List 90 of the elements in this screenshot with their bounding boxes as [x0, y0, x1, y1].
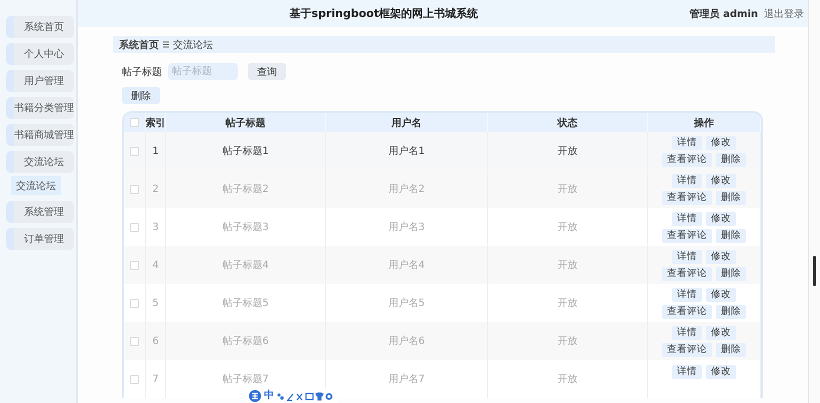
sidebar-item[interactable]: 书籍分类管理	[6, 97, 74, 119]
sidebar-item[interactable]: 系统首页	[6, 16, 74, 38]
table-cell-text: 用户名5	[388, 296, 425, 310]
row-checkbox[interactable]	[130, 298, 139, 308]
column-header: 帖子标题	[226, 116, 266, 130]
table-cell-text: 帖子标题5	[222, 296, 269, 310]
search-field[interactable]: 帖子标题	[168, 63, 238, 80]
row-checkbox[interactable]	[130, 184, 139, 194]
action-button[interactable]: 修改	[706, 326, 736, 340]
row-checkbox[interactable]	[130, 374, 139, 384]
table-cell: 4	[152, 260, 159, 270]
action-button[interactable]: 修改	[706, 288, 736, 302]
search-label: 帖子标题	[122, 66, 162, 78]
ime-mode[interactable]: 中	[264, 390, 274, 402]
table-cell-text: 开放	[558, 259, 578, 272]
table-cell-text: 用户名3	[388, 220, 425, 234]
table-cell-text: 用户名4	[388, 258, 425, 272]
action-button[interactable]: 详情	[672, 136, 702, 150]
sidebar-item[interactable]: 订单管理	[6, 228, 74, 250]
action-button[interactable]: 查看评论	[662, 342, 712, 356]
sidebar-item[interactable]: 用户管理	[6, 70, 74, 92]
action-button[interactable]: 删除	[716, 304, 746, 318]
action-button[interactable]: 修改	[706, 250, 736, 264]
row-checkbox[interactable]	[130, 336, 139, 346]
action-button[interactable]: 删除	[716, 266, 746, 280]
table-cell-text: 开放	[558, 183, 578, 196]
action-button[interactable]: 删除	[716, 228, 746, 242]
table-cell: 2	[152, 184, 159, 194]
table-cell-text: 帖子标题3	[222, 220, 269, 234]
row-checkbox[interactable]	[130, 260, 139, 270]
column-header: 用户名	[392, 116, 422, 130]
action-button[interactable]: 修改	[706, 136, 736, 150]
table-cell-text: 开放	[558, 221, 578, 234]
table-cell-text: 帖子标题6	[222, 334, 269, 348]
table-cell-text: 用户名7	[388, 372, 425, 386]
table-cell-text: 帖子标题2	[222, 182, 269, 196]
logout-link[interactable]: 退出登录	[764, 6, 804, 20]
action-button[interactable]: 查看评论	[662, 266, 712, 280]
action-button[interactable]: 修改	[706, 365, 736, 379]
select-all-checkbox[interactable]	[130, 118, 139, 127]
row-checkbox[interactable]	[130, 146, 139, 156]
app-title: 基于springboot框架的网上书城系统	[288, 6, 480, 21]
action-button[interactable]: 查看评论	[662, 152, 712, 166]
sidebar-item[interactable]: 系统管理	[6, 201, 74, 223]
table-cell-text: 帖子标题7	[222, 372, 269, 386]
action-button[interactable]: 查看评论	[662, 190, 712, 204]
menu-icon	[163, 41, 169, 48]
table-cell: 3	[152, 222, 159, 232]
action-button[interactable]: 删除	[716, 190, 746, 204]
ime-tools-drawing[interactable]	[277, 392, 335, 400]
table-cell: 1	[152, 146, 159, 156]
action-button[interactable]: 删除	[716, 342, 746, 356]
table-cell-text: 帖子标题4	[222, 258, 269, 272]
table-cell-text: 开放	[558, 335, 578, 348]
action-button[interactable]: 详情	[672, 365, 702, 379]
action-button[interactable]: 修改	[706, 174, 736, 188]
sidebar-subitem[interactable]: 交流论坛	[11, 176, 61, 195]
table-cell-text: 开放	[558, 145, 578, 158]
table-cell-text: 用户名2	[388, 182, 425, 196]
table-cell-text: 开放	[558, 373, 578, 386]
table-cell: 6	[152, 336, 159, 346]
ime-logo-icon[interactable]	[249, 390, 261, 402]
sidebar-item[interactable]: 书籍商城管理	[6, 124, 74, 146]
sidebar-item[interactable]: 个人中心	[6, 43, 74, 65]
search-button[interactable]: 查询	[248, 63, 286, 80]
column-header: 状态	[558, 116, 578, 130]
table-cell-text: 用户名6	[388, 334, 425, 348]
breadcrumb-item[interactable]: 系统首页	[119, 38, 159, 52]
action-button[interactable]: 查看评论	[662, 228, 712, 242]
column-header: 操作	[694, 116, 714, 130]
action-button[interactable]: 详情	[672, 174, 702, 188]
table-cell-text: 开放	[558, 297, 578, 310]
action-button[interactable]: 删除	[716, 152, 746, 166]
user-label: 管理员 admin	[690, 8, 758, 20]
table-cell: 5	[152, 298, 159, 308]
action-button[interactable]: 详情	[672, 288, 702, 302]
delete-button[interactable]: 删除	[122, 87, 160, 104]
sidebar-item[interactable]: 交流论坛	[6, 151, 74, 173]
table-cell: 7	[152, 374, 159, 384]
column-header: 索引	[146, 116, 166, 130]
scrollbar-thumb[interactable]	[813, 256, 816, 286]
action-button[interactable]: 详情	[672, 212, 702, 226]
table-cell-text: 帖子标题1	[222, 144, 269, 158]
action-button[interactable]: 详情	[672, 250, 702, 264]
table-cell-text: 用户名1	[388, 144, 425, 158]
action-button[interactable]: 修改	[706, 212, 736, 226]
action-button[interactable]: 查看评论	[662, 304, 712, 318]
row-checkbox[interactable]	[130, 222, 139, 232]
breadcrumb-item: 交流论坛	[173, 38, 213, 52]
action-button[interactable]: 详情	[672, 326, 702, 340]
